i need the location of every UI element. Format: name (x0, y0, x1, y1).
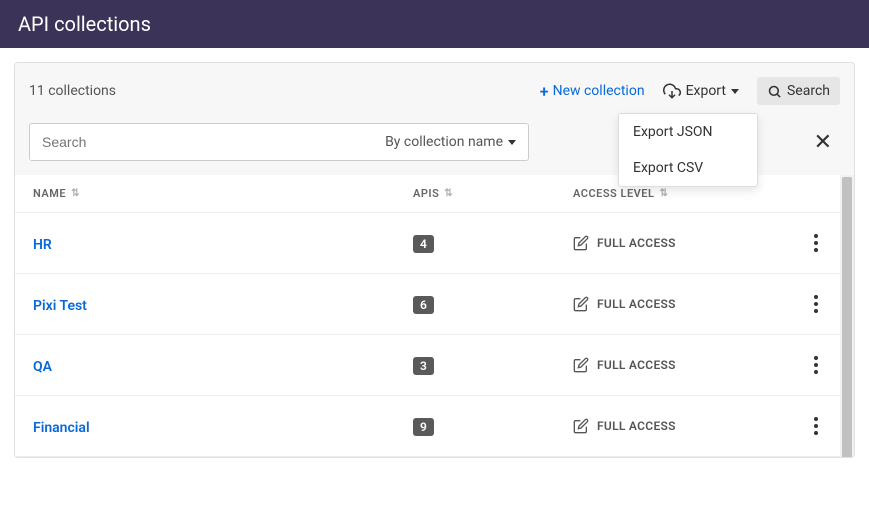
api-count-badge: 3 (413, 357, 434, 375)
edit-icon (573, 357, 589, 373)
new-collection-label: New collection (553, 83, 645, 99)
column-label: APIS (413, 187, 439, 200)
new-collection-button[interactable]: + New collection (540, 82, 645, 101)
table-row: Pixi Test 6 FULL ACCESS (15, 274, 854, 335)
more-icon (814, 356, 818, 374)
plus-icon: + (540, 82, 549, 101)
table: NAME ⇅ APIS ⇅ ACCESS LEVEL ⇅ HR 4 (15, 175, 854, 457)
more-icon (814, 417, 818, 435)
sort-icon: ⇅ (444, 188, 453, 199)
column-label: NAME (33, 187, 66, 200)
scrollbar-thumb[interactable] (842, 177, 852, 458)
search-input[interactable] (30, 124, 373, 160)
row-menu-button[interactable] (796, 417, 836, 435)
table-row: HR 4 FULL ACCESS (15, 213, 854, 274)
cell-access: FULL ACCESS (573, 418, 796, 434)
search-icon (767, 84, 782, 99)
collection-link[interactable]: Financial (33, 420, 90, 436)
page-header: API collections (0, 0, 869, 48)
sort-icon: ⇅ (659, 188, 668, 199)
column-label: ACCESS LEVEL (573, 187, 654, 200)
row-menu-button[interactable] (796, 295, 836, 313)
cell-name: HR (33, 234, 413, 253)
export-csv-item[interactable]: Export CSV (619, 150, 757, 186)
api-count-badge: 6 (413, 296, 434, 314)
collections-card: 11 collections + New collection Export S… (14, 62, 855, 458)
access-level-label: FULL ACCESS (597, 419, 676, 433)
page-title: API collections (18, 12, 151, 36)
cell-access: FULL ACCESS (573, 357, 796, 373)
column-header-name[interactable]: NAME ⇅ (33, 187, 413, 200)
chevron-down-icon (731, 89, 739, 94)
chevron-down-icon (508, 140, 516, 145)
table-row: Financial 9 FULL ACCESS (15, 396, 854, 457)
collection-count: 11 collections (29, 83, 540, 99)
column-header-access[interactable]: ACCESS LEVEL ⇅ (573, 187, 836, 200)
close-search-button[interactable]: ✕ (806, 130, 840, 155)
scrollbar[interactable]: ▲ (840, 175, 854, 457)
api-count-badge: 4 (413, 235, 434, 253)
search-toggle-label: Search (787, 83, 830, 99)
cell-apis: 6 (413, 294, 573, 314)
cell-apis: 4 (413, 233, 573, 253)
cloud-download-icon (663, 82, 681, 100)
collection-link[interactable]: Pixi Test (33, 298, 87, 314)
row-menu-button[interactable] (796, 234, 836, 252)
search-filter-dropdown[interactable]: By collection name (373, 124, 528, 160)
search-box: By collection name (29, 123, 529, 161)
cell-apis: 3 (413, 355, 573, 375)
search-toggle-button[interactable]: Search (757, 77, 840, 105)
edit-icon (573, 296, 589, 312)
export-label: Export (686, 83, 726, 99)
cell-access: FULL ACCESS (573, 296, 796, 312)
row-menu-button[interactable] (796, 356, 836, 374)
cell-name: QA (33, 356, 413, 375)
export-dropdown-menu: Export JSON Export CSV (618, 113, 758, 187)
export-button[interactable]: Export (657, 78, 745, 104)
cell-access: FULL ACCESS (573, 235, 796, 251)
column-header-apis[interactable]: APIS ⇅ (413, 187, 573, 200)
access-level-label: FULL ACCESS (597, 236, 676, 250)
toolbar-actions: + New collection Export Search Export JS… (540, 77, 840, 105)
collection-link[interactable]: HR (33, 237, 52, 253)
close-icon: ✕ (814, 130, 832, 155)
sort-icon: ⇅ (71, 188, 80, 199)
edit-icon (573, 235, 589, 251)
more-icon (814, 295, 818, 313)
cell-apis: 9 (413, 416, 573, 436)
access-level-label: FULL ACCESS (597, 297, 676, 311)
cell-name: Financial (33, 417, 413, 436)
collection-link[interactable]: QA (33, 359, 52, 375)
toolbar: 11 collections + New collection Export S… (15, 63, 854, 115)
edit-icon (573, 418, 589, 434)
table-row: QA 3 FULL ACCESS (15, 335, 854, 396)
api-count-badge: 9 (413, 418, 434, 436)
more-icon (814, 234, 818, 252)
access-level-label: FULL ACCESS (597, 358, 676, 372)
export-json-item[interactable]: Export JSON (619, 114, 757, 150)
search-filter-label: By collection name (385, 134, 503, 150)
cell-name: Pixi Test (33, 295, 413, 314)
